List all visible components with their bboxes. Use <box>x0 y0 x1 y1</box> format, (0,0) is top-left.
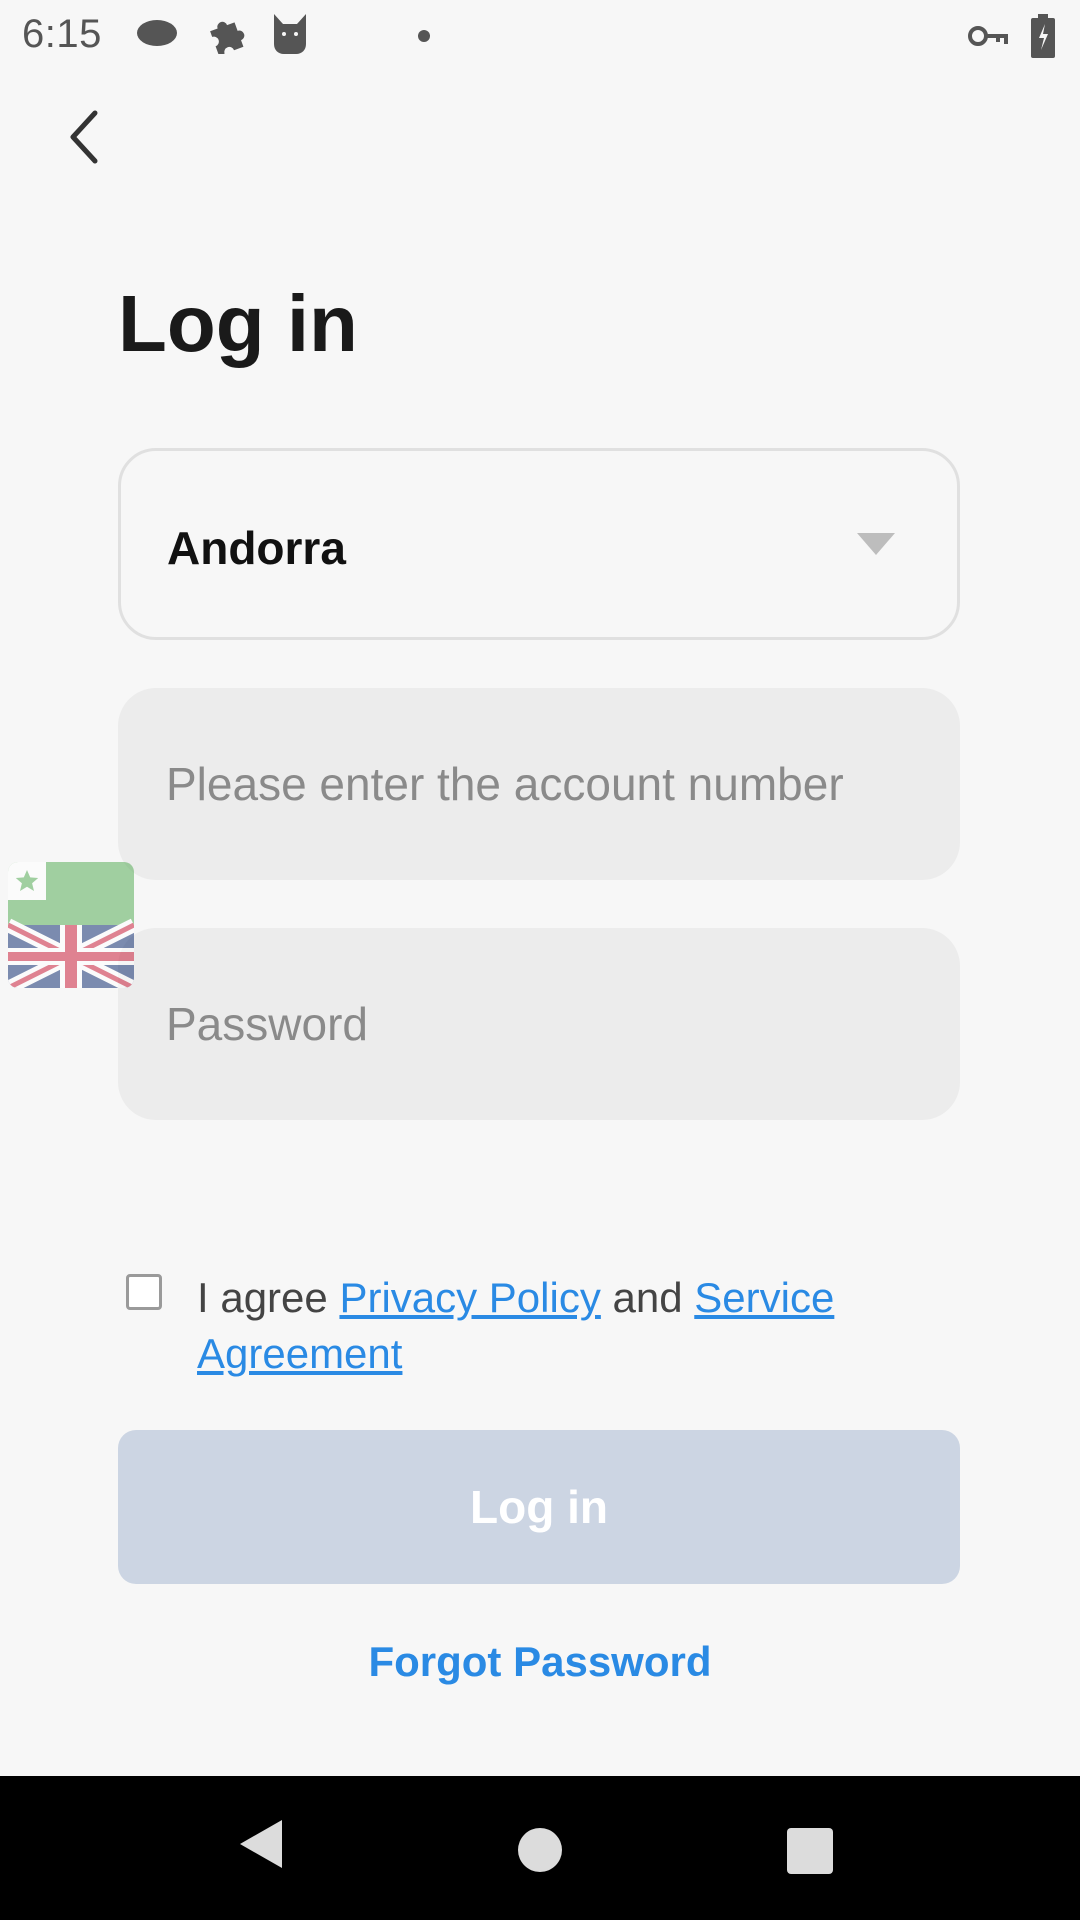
language-flag-icon <box>8 862 134 988</box>
battery-charging-icon <box>1030 14 1056 63</box>
account-input[interactable] <box>166 688 926 880</box>
notification-dot-icon <box>418 30 430 42</box>
password-field[interactable] <box>118 928 960 1120</box>
agreement-checkbox[interactable] <box>126 1274 162 1310</box>
privacy-policy-link[interactable]: Privacy Policy <box>339 1274 600 1321</box>
page-title: Log in <box>118 279 358 368</box>
password-input[interactable] <box>166 928 926 1120</box>
status-bar: 6:15 <box>0 0 1080 72</box>
puzzle-icon <box>206 14 246 59</box>
dropdown-triangle-icon <box>857 533 895 555</box>
status-time: 6:15 <box>22 12 102 56</box>
language-flag-button[interactable] <box>8 862 134 988</box>
nav-recents-icon[interactable] <box>787 1828 833 1874</box>
cat-icon <box>270 12 310 61</box>
nav-back-icon[interactable] <box>238 1818 284 1875</box>
navigation-bar <box>0 1776 1080 1920</box>
back-button[interactable] <box>50 104 120 174</box>
login-button[interactable]: Log in <box>118 1430 960 1584</box>
agreement-conjunction: and <box>600 1274 695 1321</box>
agreement-prefix: I agree <box>197 1274 340 1321</box>
agreement-text: I agree Privacy Policy and Service Agree… <box>197 1270 897 1382</box>
nav-home-icon[interactable] <box>518 1828 562 1872</box>
account-field[interactable] <box>118 688 960 880</box>
chevron-left-icon <box>67 109 103 170</box>
vpn-key-icon <box>968 22 1010 55</box>
cloud-icon <box>136 18 178 53</box>
country-select[interactable]: Andorra <box>118 448 960 640</box>
forgot-password-link[interactable]: Forgot Password <box>0 1638 1080 1686</box>
country-value: Andorra <box>167 522 346 574</box>
